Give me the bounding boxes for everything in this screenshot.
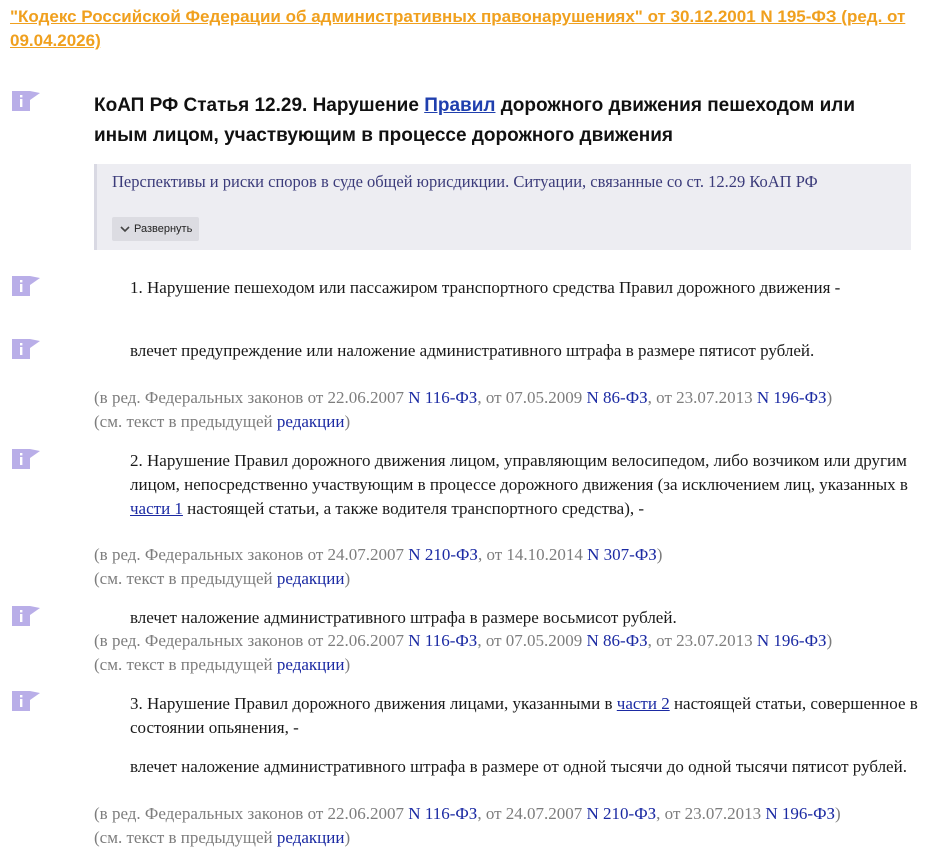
edition-text: , от 07.05.2009 xyxy=(477,631,587,650)
paragraph-penalty-2: влечет наложение административного штраф… xyxy=(130,608,677,627)
paragraph-penalty-1: влечет предупреждение или наложение адми… xyxy=(130,341,815,360)
edition-text: ) xyxy=(344,569,351,588)
edition-text: (в ред. Федеральных законов от 22.06.200… xyxy=(94,631,409,650)
article-title: КоАП РФ Статья 12.29. Нарушение Правил д… xyxy=(94,91,904,151)
edition-text: (см. текст в предыдущей xyxy=(94,655,277,674)
edition-text: ) xyxy=(344,412,351,431)
law-link[interactable]: N 307-ФЗ xyxy=(587,545,657,564)
law-link[interactable]: N 196-ФЗ xyxy=(765,804,835,823)
edition-text: ) xyxy=(826,631,833,650)
edition-note: (в ред. Федеральных законов от 22.06.200… xyxy=(94,629,909,653)
expand-label: Развернуть xyxy=(134,223,193,235)
expand-button[interactable]: Развернуть xyxy=(112,217,199,241)
paragraph-part-3: 3. Нарушение Правил дорожного движения л… xyxy=(94,692,928,740)
previous-edition-note: (см. текст в предыдущей редакции) xyxy=(94,826,909,850)
law-link[interactable]: N 210-ФЗ xyxy=(587,804,657,823)
edition-text: ) xyxy=(826,388,833,407)
edition-note: (в ред. Федеральных законов от 22.06.200… xyxy=(94,386,909,410)
previous-edition-note: (см. текст в предыдущей редакции) xyxy=(94,653,909,677)
info-icon[interactable] xyxy=(12,276,42,296)
part-2-link[interactable]: части 2 xyxy=(617,694,670,713)
edition-text: ) xyxy=(344,655,351,674)
info-icon[interactable] xyxy=(12,606,42,626)
previous-edition-link[interactable]: редакции xyxy=(277,828,345,847)
edition-text: ) xyxy=(835,804,841,823)
previous-edition-note: (см. текст в предыдущей редакции) xyxy=(94,567,909,591)
paragraph-text: 3. Нарушение Правил дорожного движения л… xyxy=(130,694,617,713)
law-link[interactable]: N 116-ФЗ xyxy=(408,631,477,650)
edition-note: (в ред. Федеральных законов от 24.07.200… xyxy=(94,543,909,567)
previous-edition-link[interactable]: редакции xyxy=(277,412,345,431)
info-icon[interactable] xyxy=(12,449,42,469)
document-title-link[interactable]: "Кодекс Российской Федерации об админист… xyxy=(10,5,910,53)
edition-text: , от 24.07.2007 xyxy=(477,804,587,823)
law-link[interactable]: N 86-ФЗ xyxy=(587,631,648,650)
previous-edition-link[interactable]: редакции xyxy=(277,655,345,674)
paragraph-text: настоящей статьи, а также водителя транс… xyxy=(182,499,645,518)
chevron-down-icon xyxy=(120,225,130,233)
paragraph-part-1: 1. Нарушение пешеходом или пассажиром тр… xyxy=(130,278,841,297)
edition-text: , от 23.07.2013 xyxy=(647,631,757,650)
edition-text: (см. текст в предыдущей xyxy=(94,828,277,847)
info-icon[interactable] xyxy=(12,691,42,711)
edition-text: , от 14.10.2014 xyxy=(477,545,588,564)
law-link[interactable]: N 210-ФЗ xyxy=(408,545,478,564)
edition-text: ) xyxy=(344,828,351,847)
note-box: Перспективы и риски споров в суде общей … xyxy=(94,164,911,250)
note-accent-bar xyxy=(94,164,97,250)
law-link[interactable]: N 196-ФЗ xyxy=(757,388,827,407)
edition-text: ) xyxy=(656,545,663,564)
info-icon[interactable] xyxy=(12,339,42,359)
previous-edition-note: (см. текст в предыдущей редакции) xyxy=(94,410,909,434)
edition-text: (в ред. Федеральных законов от 24.07.200… xyxy=(94,545,409,564)
edition-text: , от 07.05.2009 xyxy=(477,388,587,407)
edition-text: (см. текст в предыдущей xyxy=(94,569,277,588)
edition-note: (в ред. Федеральных законов от 22.06.200… xyxy=(94,802,909,826)
title-prefix: КоАП РФ Статья 12.29. Нарушение xyxy=(94,95,425,116)
rules-link[interactable]: Правил xyxy=(424,95,495,116)
previous-edition-link[interactable]: редакции xyxy=(277,569,345,588)
law-link[interactable]: N 116-ФЗ xyxy=(408,804,477,823)
edition-text: (в ред. Федеральных законов от 22.06.200… xyxy=(94,804,409,823)
law-link[interactable]: N 116-ФЗ xyxy=(408,388,477,407)
paragraph-text: 2. Нарушение Правил дорожного движения л… xyxy=(130,451,908,494)
part-1-link[interactable]: части 1 xyxy=(130,499,183,518)
edition-text: , от 23.07.2013 xyxy=(656,804,766,823)
law-link[interactable]: N 86-ФЗ xyxy=(587,388,648,407)
paragraph-part-2: 2. Нарушение Правил дорожного движения л… xyxy=(94,449,928,521)
edition-text: , от 23.07.2013 xyxy=(647,388,757,407)
edition-text: (в ред. Федеральных законов от 22.06.200… xyxy=(94,388,409,407)
edition-text: (см. текст в предыдущей xyxy=(94,412,277,431)
paragraph-penalty-3: влечет наложение административного штраф… xyxy=(130,757,907,776)
note-text: Перспективы и риски споров в суде общей … xyxy=(112,172,818,191)
info-icon[interactable] xyxy=(12,91,42,111)
law-link[interactable]: N 196-ФЗ xyxy=(757,631,827,650)
